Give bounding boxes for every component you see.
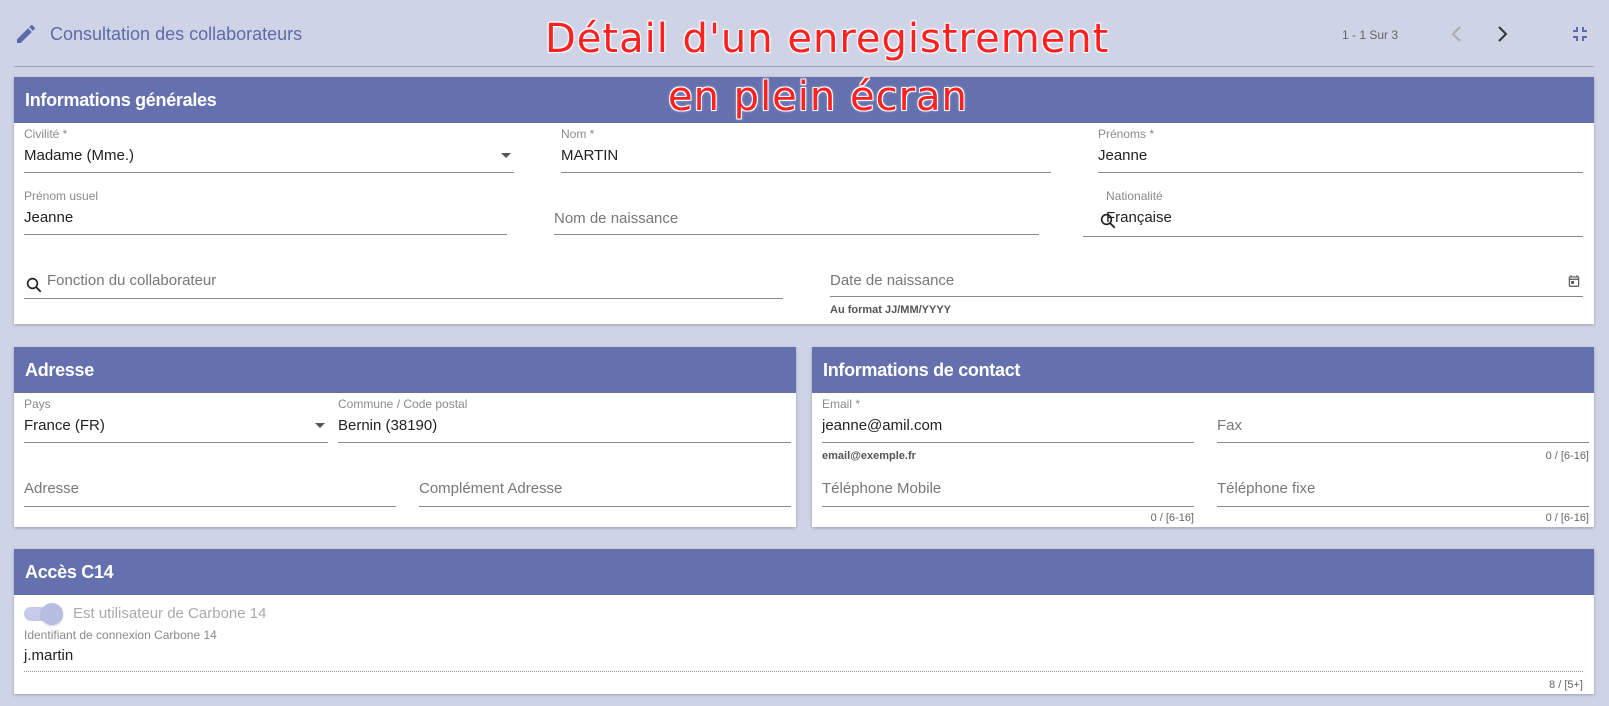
mobile-counter: 0 / [6-16] xyxy=(1150,512,1194,524)
fax-field[interactable]: Fax 0 / [6-16] xyxy=(1217,397,1589,463)
nationalite-field[interactable]: Nationalité Française xyxy=(1083,189,1583,237)
edit-icon xyxy=(17,24,36,43)
date-naissance-field[interactable]: Date de naissance Au format JJ/MM/YYYY xyxy=(830,257,1583,317)
commune-field[interactable]: Commune / Code postal Bernin (38190) xyxy=(338,397,791,443)
email-field[interactable]: Email * jeanne@amil.com email@exemple.fr xyxy=(822,397,1194,463)
fonction-field[interactable]: Fonction du collaborateur xyxy=(24,257,783,299)
adresse-card: Adresse Pays France (FR) Commune / Code … xyxy=(14,347,796,527)
telephone-fixe-field[interactable]: Téléphone fixe 0 / [6-16] xyxy=(1217,465,1589,524)
search-icon xyxy=(26,277,42,293)
page-title: Consultation des collaborateurs xyxy=(50,24,303,44)
nom-field[interactable]: Nom * MARTIN xyxy=(561,127,1051,173)
prenom-usuel-field[interactable]: Prénom usuel Jeanne xyxy=(24,189,507,235)
identifiant-counter: 8 / [5+] xyxy=(1549,679,1583,691)
complement-adresse-field[interactable]: Complément Adresse xyxy=(419,465,791,507)
date-format-hint: Au format JJ/MM/YYYY xyxy=(830,304,952,316)
carbone14-user-toggle[interactable] xyxy=(24,603,64,625)
email-hint: email@exemple.fr xyxy=(822,450,916,462)
adresse-field[interactable]: Adresse xyxy=(24,465,396,507)
fax-counter: 0 / [6-16] xyxy=(1545,450,1589,462)
fullscreen-exit-icon[interactable] xyxy=(1568,22,1592,46)
chevron-right-icon[interactable] xyxy=(1490,22,1514,46)
contact-heading: Informations de contact xyxy=(812,347,1594,393)
civilite-select[interactable]: Civilité * Madame (Mme.) xyxy=(24,127,514,173)
identifiant-field[interactable]: Identifiant de connexion Carbone 14 j.ma… xyxy=(24,628,1583,691)
dropdown-arrow-icon xyxy=(501,153,511,158)
adresse-heading: Adresse xyxy=(14,347,796,393)
fixe-counter: 0 / [6-16] xyxy=(1545,512,1589,524)
chevron-left-icon[interactable] xyxy=(1445,22,1469,46)
dropdown-arrow-icon xyxy=(315,423,325,428)
header-divider xyxy=(14,66,1594,67)
toggle-label: Est utilisateur de Carbone 14 xyxy=(73,605,267,622)
calendar-icon[interactable] xyxy=(1567,274,1581,288)
acces-c14-heading: Accès C14 xyxy=(14,549,1594,595)
acces-c14-card: Accès C14 Est utilisateur de Carbone 14 … xyxy=(14,549,1594,694)
prenoms-field[interactable]: Prénoms * Jeanne xyxy=(1098,127,1583,173)
telephone-mobile-field[interactable]: Téléphone Mobile 0 / [6-16] xyxy=(822,465,1194,524)
annotation-overlay-line2: en plein écran xyxy=(668,74,968,120)
pager-count: 1 - 1 Sur 3 xyxy=(1342,28,1399,42)
acces-c14-body: Est utilisateur de Carbone 14 Identifian… xyxy=(14,595,1594,694)
pays-select[interactable]: Pays France (FR) xyxy=(24,397,328,443)
contact-card: Informations de contact Email * jeanne@a… xyxy=(812,347,1594,527)
annotation-overlay-line1: Détail d'un enregistrement xyxy=(545,16,1110,62)
nom-naissance-field[interactable]: Nom de naissance xyxy=(554,189,1039,235)
